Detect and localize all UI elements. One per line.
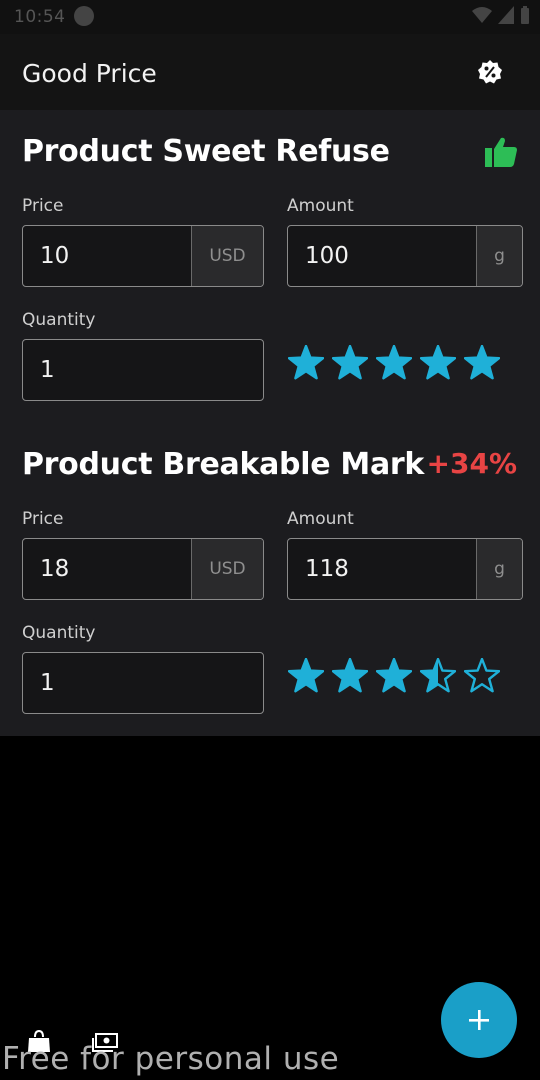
price-label: Price [22,509,64,529]
product-card: Product Breakable Mark +34% Price 18 USD… [0,423,540,723]
status-time: 10:54 [14,7,66,27]
quantity-label: Quantity [22,310,96,330]
price-label: Price [22,196,64,216]
quantity-value: 1 [40,357,55,383]
wifi-icon [472,7,492,23]
currency-unit[interactable]: USD [191,539,263,599]
quantity-input[interactable]: 1 [22,339,264,401]
amount-unit[interactable]: g [476,539,522,599]
quantity-value: 1 [40,670,55,696]
rating-stars [288,345,500,380]
price-value: 18 [40,556,70,582]
price-input[interactable]: 18 USD [22,538,264,600]
amount-value: 118 [305,556,349,582]
product-name: Product Sweet Refuse [22,134,390,169]
star-filled-icon[interactable] [420,345,456,380]
amount-input[interactable]: 118 g [287,538,523,600]
add-product-button[interactable] [441,982,517,1058]
price-difference-badge: +34% [426,447,517,480]
thumbs-up-icon [485,137,517,167]
star-filled-icon[interactable] [376,345,412,380]
star-filled-icon[interactable] [376,658,412,693]
status-bar: 10:54 [0,0,540,34]
price-value: 10 [40,243,70,269]
amount-label: Amount [287,196,354,216]
price-input[interactable]: 10 USD [22,225,264,287]
amount-value: 100 [305,243,349,269]
currency-unit[interactable]: USD [191,226,263,286]
amount-unit[interactable]: g [476,226,522,286]
star-half-icon[interactable] [420,658,456,693]
quantity-input[interactable]: 1 [22,652,264,714]
star-filled-icon[interactable] [332,658,368,693]
signal-icon [498,6,514,24]
watermark-text: Free for personal use [2,1041,340,1077]
product-list: Product Sweet Refuse Price 10 USD Amount… [0,110,540,736]
star-filled-icon[interactable] [464,345,500,380]
status-notification-icon [74,6,94,26]
rating-stars [288,658,500,693]
product-name: Product Breakable Mark [22,447,425,482]
amount-label: Amount [287,509,354,529]
status-icons [472,6,530,24]
product-card: Product Sweet Refuse Price 10 USD Amount… [0,110,540,410]
star-filled-icon[interactable] [288,345,324,380]
quantity-label: Quantity [22,623,96,643]
star-filled-icon[interactable] [288,658,324,693]
app-title: Good Price [22,59,157,88]
plus-icon [469,1010,489,1030]
star-empty-icon[interactable] [464,658,500,693]
discount-badge-icon [478,60,502,84]
amount-input[interactable]: 100 g [287,225,523,287]
discount-settings-button[interactable] [472,54,508,90]
star-filled-icon[interactable] [332,345,368,380]
battery-icon [521,6,529,24]
app-bar: Good Price [0,34,540,110]
